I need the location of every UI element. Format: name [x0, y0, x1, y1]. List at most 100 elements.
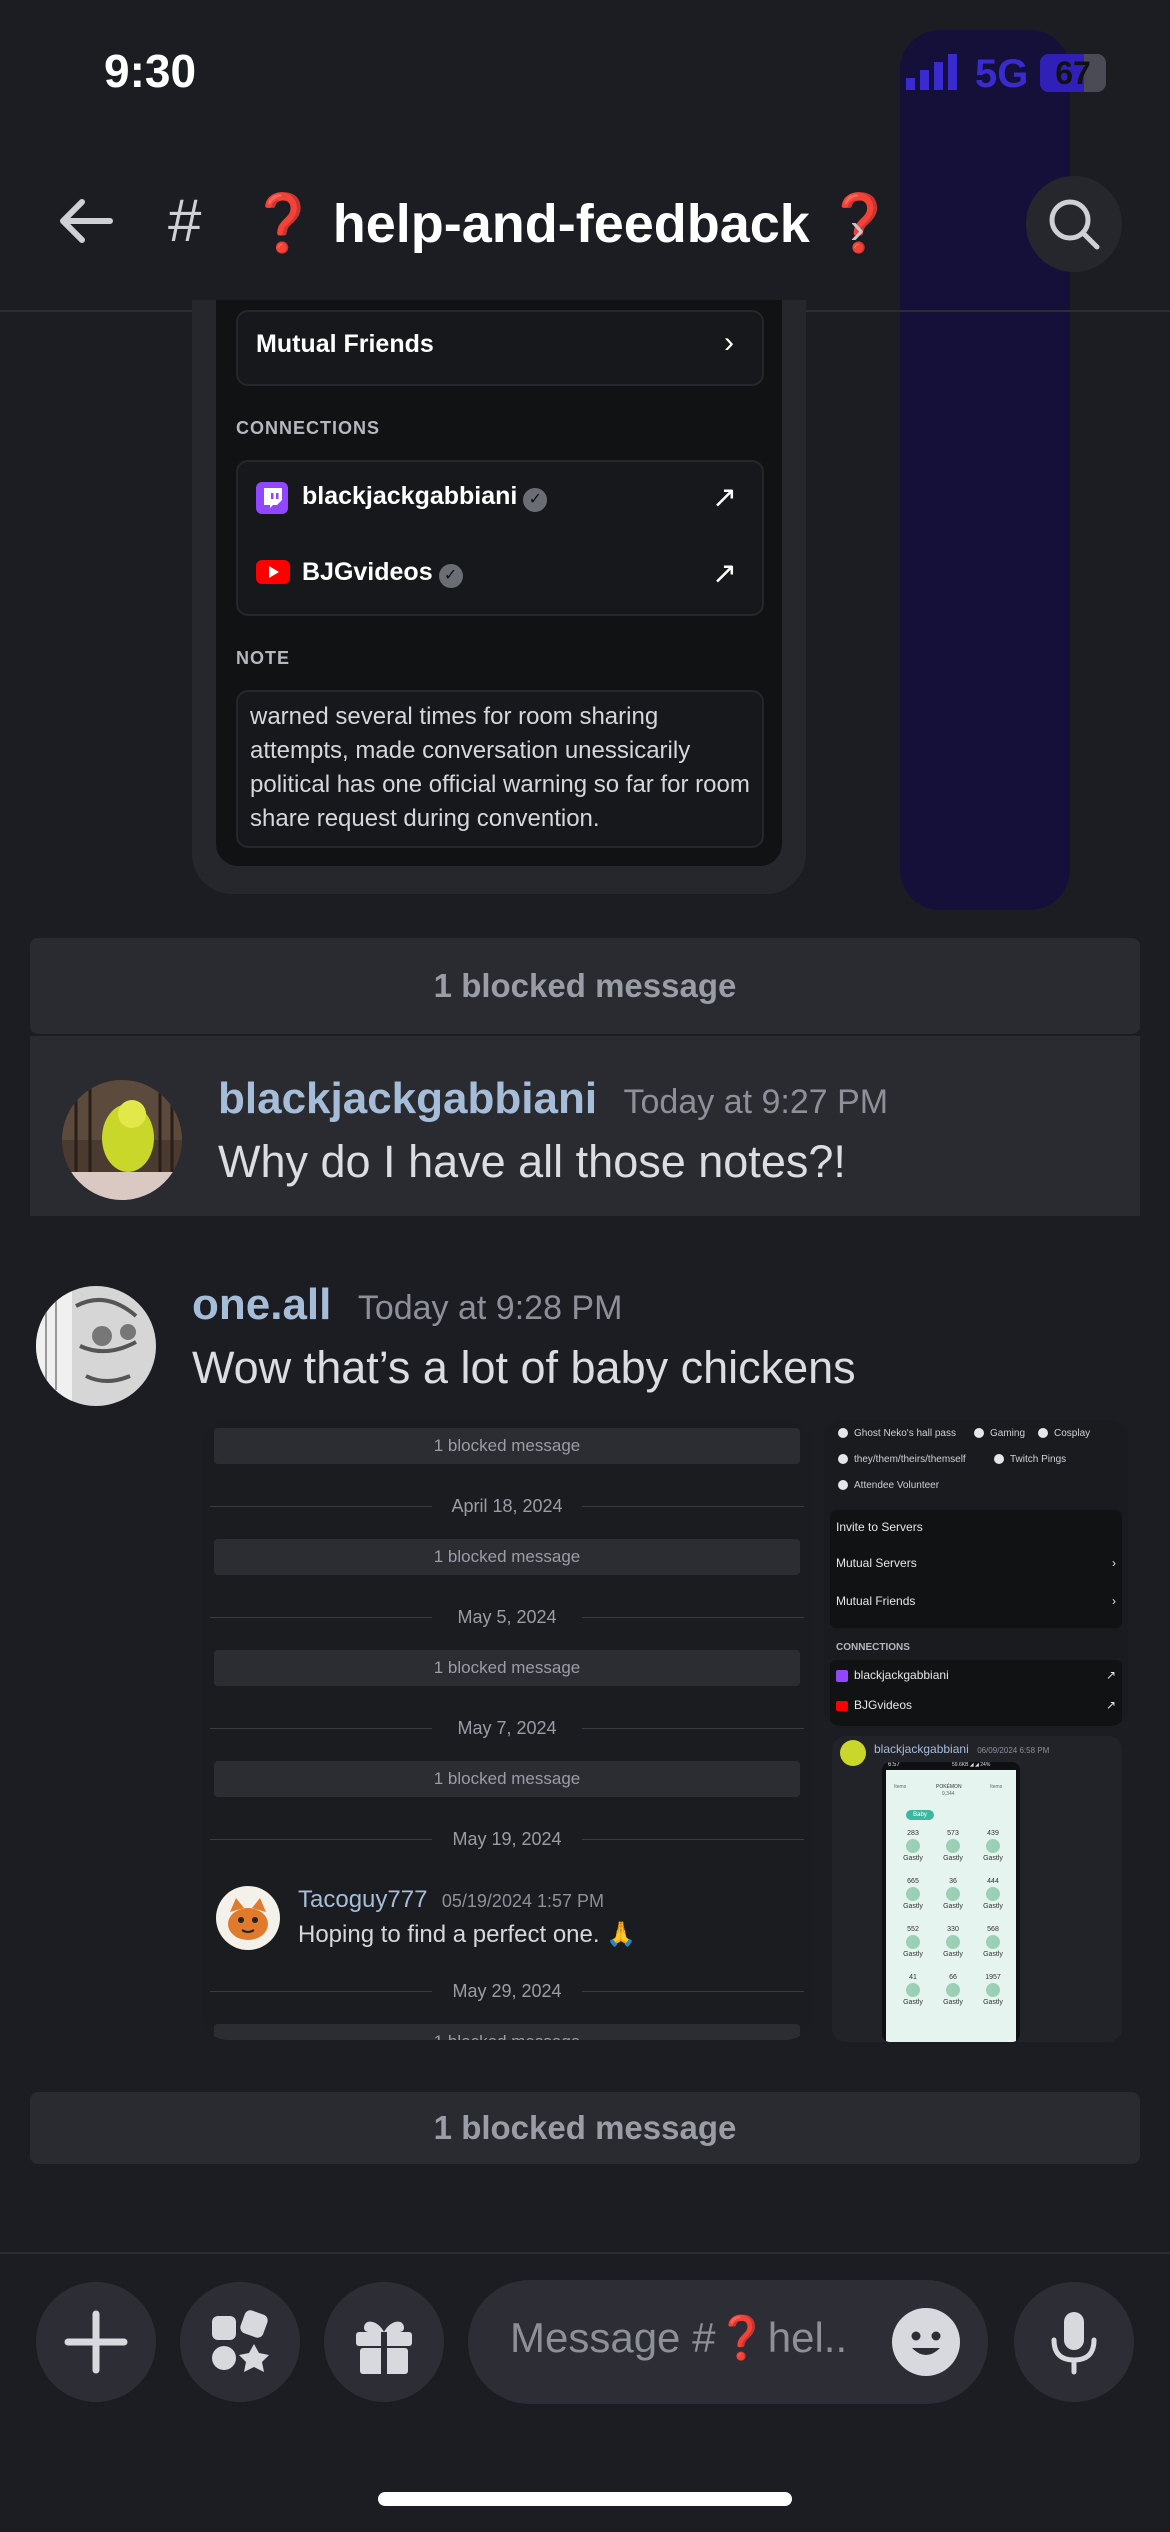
message-highlight — [30, 1036, 1140, 1216]
youtube-icon — [256, 560, 290, 584]
role-tag: Cosplay — [1038, 1428, 1090, 1439]
plus-icon — [64, 2310, 128, 2374]
emoji-button[interactable] — [892, 2308, 960, 2376]
mutual-servers-row: Mutual Servers › — [836, 1556, 1116, 1570]
connection-item-youtube[interactable]: BJGvideos ✓ — [302, 558, 463, 588]
note-text: warned several times for room sharing at… — [250, 703, 750, 832]
chevron-right-icon[interactable]: › — [850, 204, 865, 254]
back-arrow-icon[interactable] — [52, 188, 118, 254]
status-time: 9:30 — [104, 45, 197, 97]
mutual-friends-row: Mutual Friends › — [836, 1594, 1116, 1608]
pokemon-card: 1957 Gastly — [983, 1974, 1003, 2006]
pokemon-card: 66 Gastly — [943, 1974, 963, 2006]
role-tag: they/them/theirs/themself — [838, 1454, 966, 1465]
pokemon-card: 573 Gastly — [943, 1830, 963, 1862]
channel-name: help-and-feedback — [332, 194, 810, 254]
verified-icon: ✓ — [438, 563, 463, 588]
question-emoji-icon: ❓ — [248, 191, 318, 254]
date-divider: May 5, 2024 — [202, 1602, 812, 1632]
date-divider: May 29, 2024 — [202, 1976, 812, 2006]
invite-row: Invite to Servers — [836, 1520, 923, 1534]
date-divider: May 7, 2024 — [202, 1713, 812, 1743]
connection-item-twitch: blackjackgabbiani ↗ — [836, 1668, 1116, 1682]
network-type: 5G — [975, 52, 1029, 96]
gift-icon — [356, 2321, 412, 2374]
pokemon-card: 665 Gastly — [903, 1878, 923, 1910]
role-tag: Attendee Volunteer — [838, 1480, 939, 1491]
channel-hash-icon: # — [168, 187, 202, 254]
apps-icon — [212, 2310, 269, 2372]
message-text: Why do I have all those notes?! — [218, 1136, 846, 1187]
apps-button[interactable] — [180, 2282, 300, 2402]
pokemon-card: 330 Gastly — [943, 1926, 963, 1958]
pokemon-card: 552 Gastly — [903, 1926, 923, 1958]
pokemon-card: 41 Gastly — [903, 1974, 923, 2006]
timestamp: 05/19/2024 1:57 PM — [441, 1891, 605, 1911]
question-emoji-icon: ❓ — [715, 2314, 768, 2361]
blocked-message-bar: 1 blocked message — [214, 1539, 800, 1575]
avatar[interactable] — [36, 1286, 156, 1406]
blocked-message-bar[interactable]: 1 blocked message — [30, 938, 1140, 1034]
blocked-message-bar[interactable]: 1 blocked message — [30, 2092, 1140, 2164]
composer-divider — [0, 2252, 1170, 2254]
image-attachment-post[interactable]: blackjackgabbiani 06/09/2024 6:58 PM 6:5… — [832, 1736, 1122, 2042]
connections-label: CONNECTIONS — [836, 1642, 910, 1653]
avatar[interactable] — [62, 1080, 182, 1200]
blocked-message-bar: 1 blocked message — [214, 1761, 800, 1797]
post-header: blackjackgabbiani 06/09/2024 6:58 PM — [874, 1742, 1050, 1756]
date-divider: May 19, 2024 — [202, 1824, 812, 1854]
pokemon-card: 36 Gastly — [943, 1878, 963, 1910]
channel-title[interactable]: ❓ help-and-feedback ❓ — [248, 190, 895, 256]
message-header: one.all Today at 9:28 PM — [192, 1280, 622, 1330]
blocked-message-bar: 1 blocked message — [214, 2024, 800, 2040]
battery-percent: 67 — [1055, 55, 1091, 91]
username: Tacoguy777 — [298, 1886, 428, 1913]
pokemon-card: 439 Gastly — [983, 1830, 1003, 1862]
external-link-icon[interactable]: ↗ — [712, 556, 737, 591]
add-attachment-button[interactable] — [36, 2282, 156, 2402]
signal-icon — [906, 54, 962, 90]
role-tag: Gaming — [974, 1428, 1025, 1439]
search-button[interactable] — [1026, 176, 1122, 272]
timestamp: Today at 9:27 PM — [623, 1083, 889, 1121]
note-label: NOTE — [236, 648, 291, 668]
twitch-icon — [256, 482, 288, 514]
search-icon — [1049, 199, 1100, 250]
blocked-message-bar: 1 blocked message — [214, 1650, 800, 1686]
filter-chip: Baby — [906, 1810, 934, 1820]
external-link-icon[interactable]: ↗ — [712, 480, 737, 515]
role-tag: Ghost Neko's hall pass — [838, 1428, 956, 1439]
message-placeholder: Message #❓hel.. — [510, 2314, 848, 2361]
youtube-icon — [836, 1700, 848, 1711]
post-header: Tacoguy777 05/19/2024 1:57 PM — [298, 1886, 604, 1914]
pokemon-card: 568 Gastly — [983, 1926, 1003, 1958]
verified-icon: ✓ — [523, 487, 548, 512]
message-text: Wow that’s a lot of baby chickens — [192, 1342, 856, 1393]
mic-icon — [1051, 2312, 1097, 2375]
username[interactable]: blackjackgabbiani — [218, 1074, 597, 1123]
gift-button[interactable] — [324, 2282, 444, 2402]
phone-screenshot: 6:57 59.6KB ◢ ◢ 24% Items POKÉMON Items … — [882, 1762, 1020, 2042]
connections-label: CONNECTIONS — [236, 418, 381, 438]
chevron-right-icon: › — [724, 326, 734, 359]
battery-icon: 67 — [1040, 54, 1106, 92]
role-tag: Twitch Pings — [994, 1454, 1066, 1465]
username[interactable]: one.all — [192, 1280, 331, 1329]
post-text: Hoping to find a perfect one. 🙏 — [298, 1921, 637, 1948]
twitch-icon — [836, 1669, 848, 1682]
image-attachment-chat[interactable]: 1 blocked message April 18, 2024 1 block… — [202, 1420, 812, 2040]
connection-item-youtube: BJGvideos ↗ — [836, 1698, 1116, 1712]
message-header: blackjackgabbiani Today at 9:27 PM — [218, 1074, 888, 1124]
image-attachment-profile[interactable]: Ghost Neko's hall pass Gaming Cosplay th… — [824, 1420, 1128, 1726]
mutual-friends-label: Mutual Friends — [256, 330, 434, 358]
avatar — [840, 1740, 866, 1766]
connection-name: blackjackgabbiani — [302, 482, 518, 510]
emoji-icon — [911, 2331, 941, 2355]
blocked-message-bar: 1 blocked message — [214, 1428, 800, 1464]
connection-item-twitch[interactable]: blackjackgabbiani ✓ — [302, 482, 548, 512]
voice-message-button[interactable] — [1014, 2282, 1134, 2402]
avatar — [216, 1886, 280, 1950]
home-indicator[interactable] — [378, 2492, 792, 2506]
pokemon-card: 283 Gastly — [903, 1830, 923, 1862]
timestamp: Today at 9:28 PM — [357, 1289, 623, 1327]
